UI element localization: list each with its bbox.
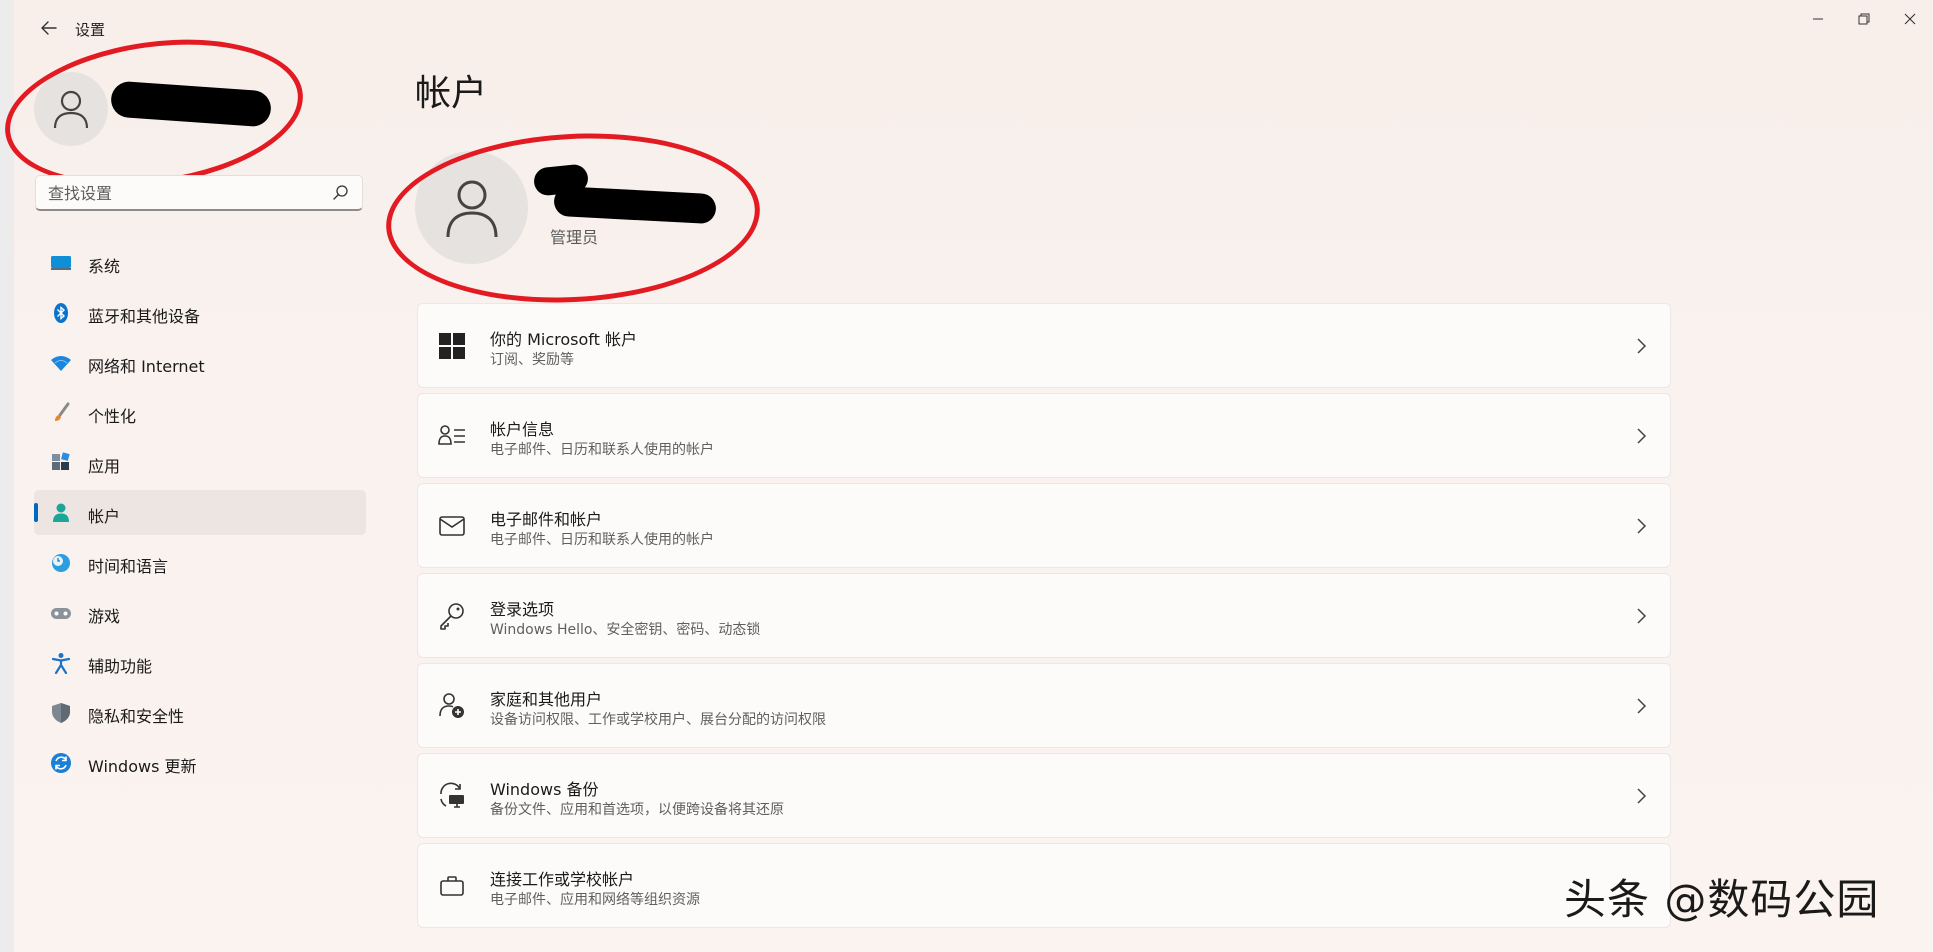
page-title: 帐户 [415, 73, 488, 114]
card-title: 帐户信息 [490, 420, 555, 439]
watermark-text: 头条 @数码公园 [1564, 875, 1880, 924]
sidebar-item-windows-update[interactable]: Windows 更新 [34, 740, 366, 785]
card-subtitle: 备份文件、应用和首选项，以便跨设备将其还原 [490, 802, 784, 818]
card-title: Windows 备份 [490, 780, 599, 799]
mail-icon [439, 516, 465, 536]
restore-icon [1858, 13, 1870, 25]
card-subtitle: 设备访问权限、工作或学校用户、展台分配的访问权限 [490, 712, 826, 728]
monitor-icon [51, 256, 71, 270]
sidebar-item-accounts[interactable]: 帐户 [34, 490, 366, 535]
sidebar-item-gaming[interactable]: 游戏 [34, 590, 366, 635]
app-title: 设置 [75, 21, 106, 39]
brush-icon [55, 402, 70, 421]
card-family-other-users[interactable]: 家庭和其他用户 设备访问权限、工作或学校用户、展台分配的访问权限 [417, 663, 1671, 748]
back-button[interactable] [34, 14, 64, 42]
sidebar-item-personalization[interactable]: 个性化 [34, 390, 366, 435]
sidebar-nav: 系统 蓝牙和其他设备 网络和 Internet 个性化 应用 帐户 时间和语言 … [34, 240, 366, 790]
update-icon [51, 753, 71, 773]
card-title: 登录选项 [490, 600, 555, 619]
apps-icon [52, 452, 70, 470]
card-work-school-account[interactable]: 连接工作或学校帐户 电子邮件、应用和网络等组织资源 [417, 843, 1671, 928]
gamepad-icon [51, 608, 71, 619]
active-indicator [34, 503, 38, 522]
minimize-button[interactable] [1798, 6, 1838, 32]
card-subtitle: 电子邮件、应用和网络等组织资源 [490, 892, 700, 908]
wifi-icon [51, 356, 71, 371]
card-email-accounts[interactable]: 电子邮件和帐户 电子邮件、日历和联系人使用的帐户 [417, 483, 1671, 568]
card-title: 电子邮件和帐户 [490, 510, 603, 529]
chevron-right-icon [1637, 428, 1647, 444]
search-box[interactable] [35, 175, 363, 211]
sidebar-item-network[interactable]: 网络和 Internet [34, 340, 366, 385]
minimize-icon [1813, 18, 1823, 20]
card-title: 连接工作或学校帐户 [490, 870, 635, 889]
red-annotation-circle [381, 124, 765, 312]
bluetooth-icon [54, 303, 68, 323]
sidebar-item-system[interactable]: 系统 [34, 240, 366, 285]
card-subtitle: Windows Hello、安全密钥、密码、动态锁 [490, 622, 761, 638]
accessibility-icon [51, 653, 71, 674]
card-title: 家庭和其他用户 [490, 690, 603, 709]
chevron-right-icon [1637, 518, 1647, 534]
chevron-right-icon [1637, 608, 1647, 624]
chevron-right-icon [1637, 338, 1647, 354]
card-microsoft-account[interactable]: 你的 Microsoft 帐户 订阅、奖励等 [417, 303, 1671, 388]
card-title: 你的 Microsoft 帐户 [490, 330, 637, 349]
sidebar-item-time-language[interactable]: 时间和语言 [34, 540, 366, 585]
clock-globe-icon [52, 554, 70, 572]
key-icon [440, 603, 464, 630]
person-list-icon [438, 425, 465, 445]
card-subtitle: 电子邮件、日历和联系人使用的帐户 [490, 442, 714, 458]
person-add-icon [439, 693, 464, 718]
person-icon [53, 503, 69, 522]
sidebar-item-apps[interactable]: 应用 [34, 440, 366, 485]
shield-icon [52, 703, 70, 723]
sidebar-item-privacy[interactable]: 隐私和安全性 [34, 690, 366, 735]
chevron-right-icon [1637, 698, 1647, 714]
chevron-right-icon [1637, 788, 1647, 804]
close-button[interactable] [1890, 6, 1930, 32]
card-windows-backup[interactable]: Windows 备份 备份文件、应用和首选项，以便跨设备将其还原 [417, 753, 1671, 838]
sidebar-item-accessibility[interactable]: 辅助功能 [34, 640, 366, 685]
search-input[interactable] [46, 181, 320, 205]
search-icon[interactable] [332, 184, 350, 202]
card-subtitle: 订阅、奖励等 [490, 352, 574, 368]
back-arrow-icon [41, 21, 57, 35]
maximize-button[interactable] [1844, 6, 1884, 32]
briefcase-icon [440, 876, 464, 896]
backup-icon [440, 782, 464, 808]
title-bar: 设置 [14, 0, 1933, 56]
card-sign-in-options[interactable]: 登录选项 Windows Hello、安全密钥、密码、动态锁 [417, 573, 1671, 658]
settings-window: 设置 查找设置 系统 蓝牙和其他设备 网络和 Internet 个性化 应用 帐… [0, 0, 1933, 952]
account-settings-list: 你的 Microsoft 帐户 订阅、奖励等 帐户信息 电子邮件、日历和联系人使… [417, 303, 1671, 933]
sidebar-item-bluetooth[interactable]: 蓝牙和其他设备 [34, 290, 366, 335]
card-subtitle: 电子邮件、日历和联系人使用的帐户 [490, 532, 714, 548]
close-icon [1904, 13, 1916, 25]
card-account-info[interactable]: 帐户信息 电子邮件、日历和联系人使用的帐户 [417, 393, 1671, 478]
windows-logo-icon [439, 333, 465, 359]
